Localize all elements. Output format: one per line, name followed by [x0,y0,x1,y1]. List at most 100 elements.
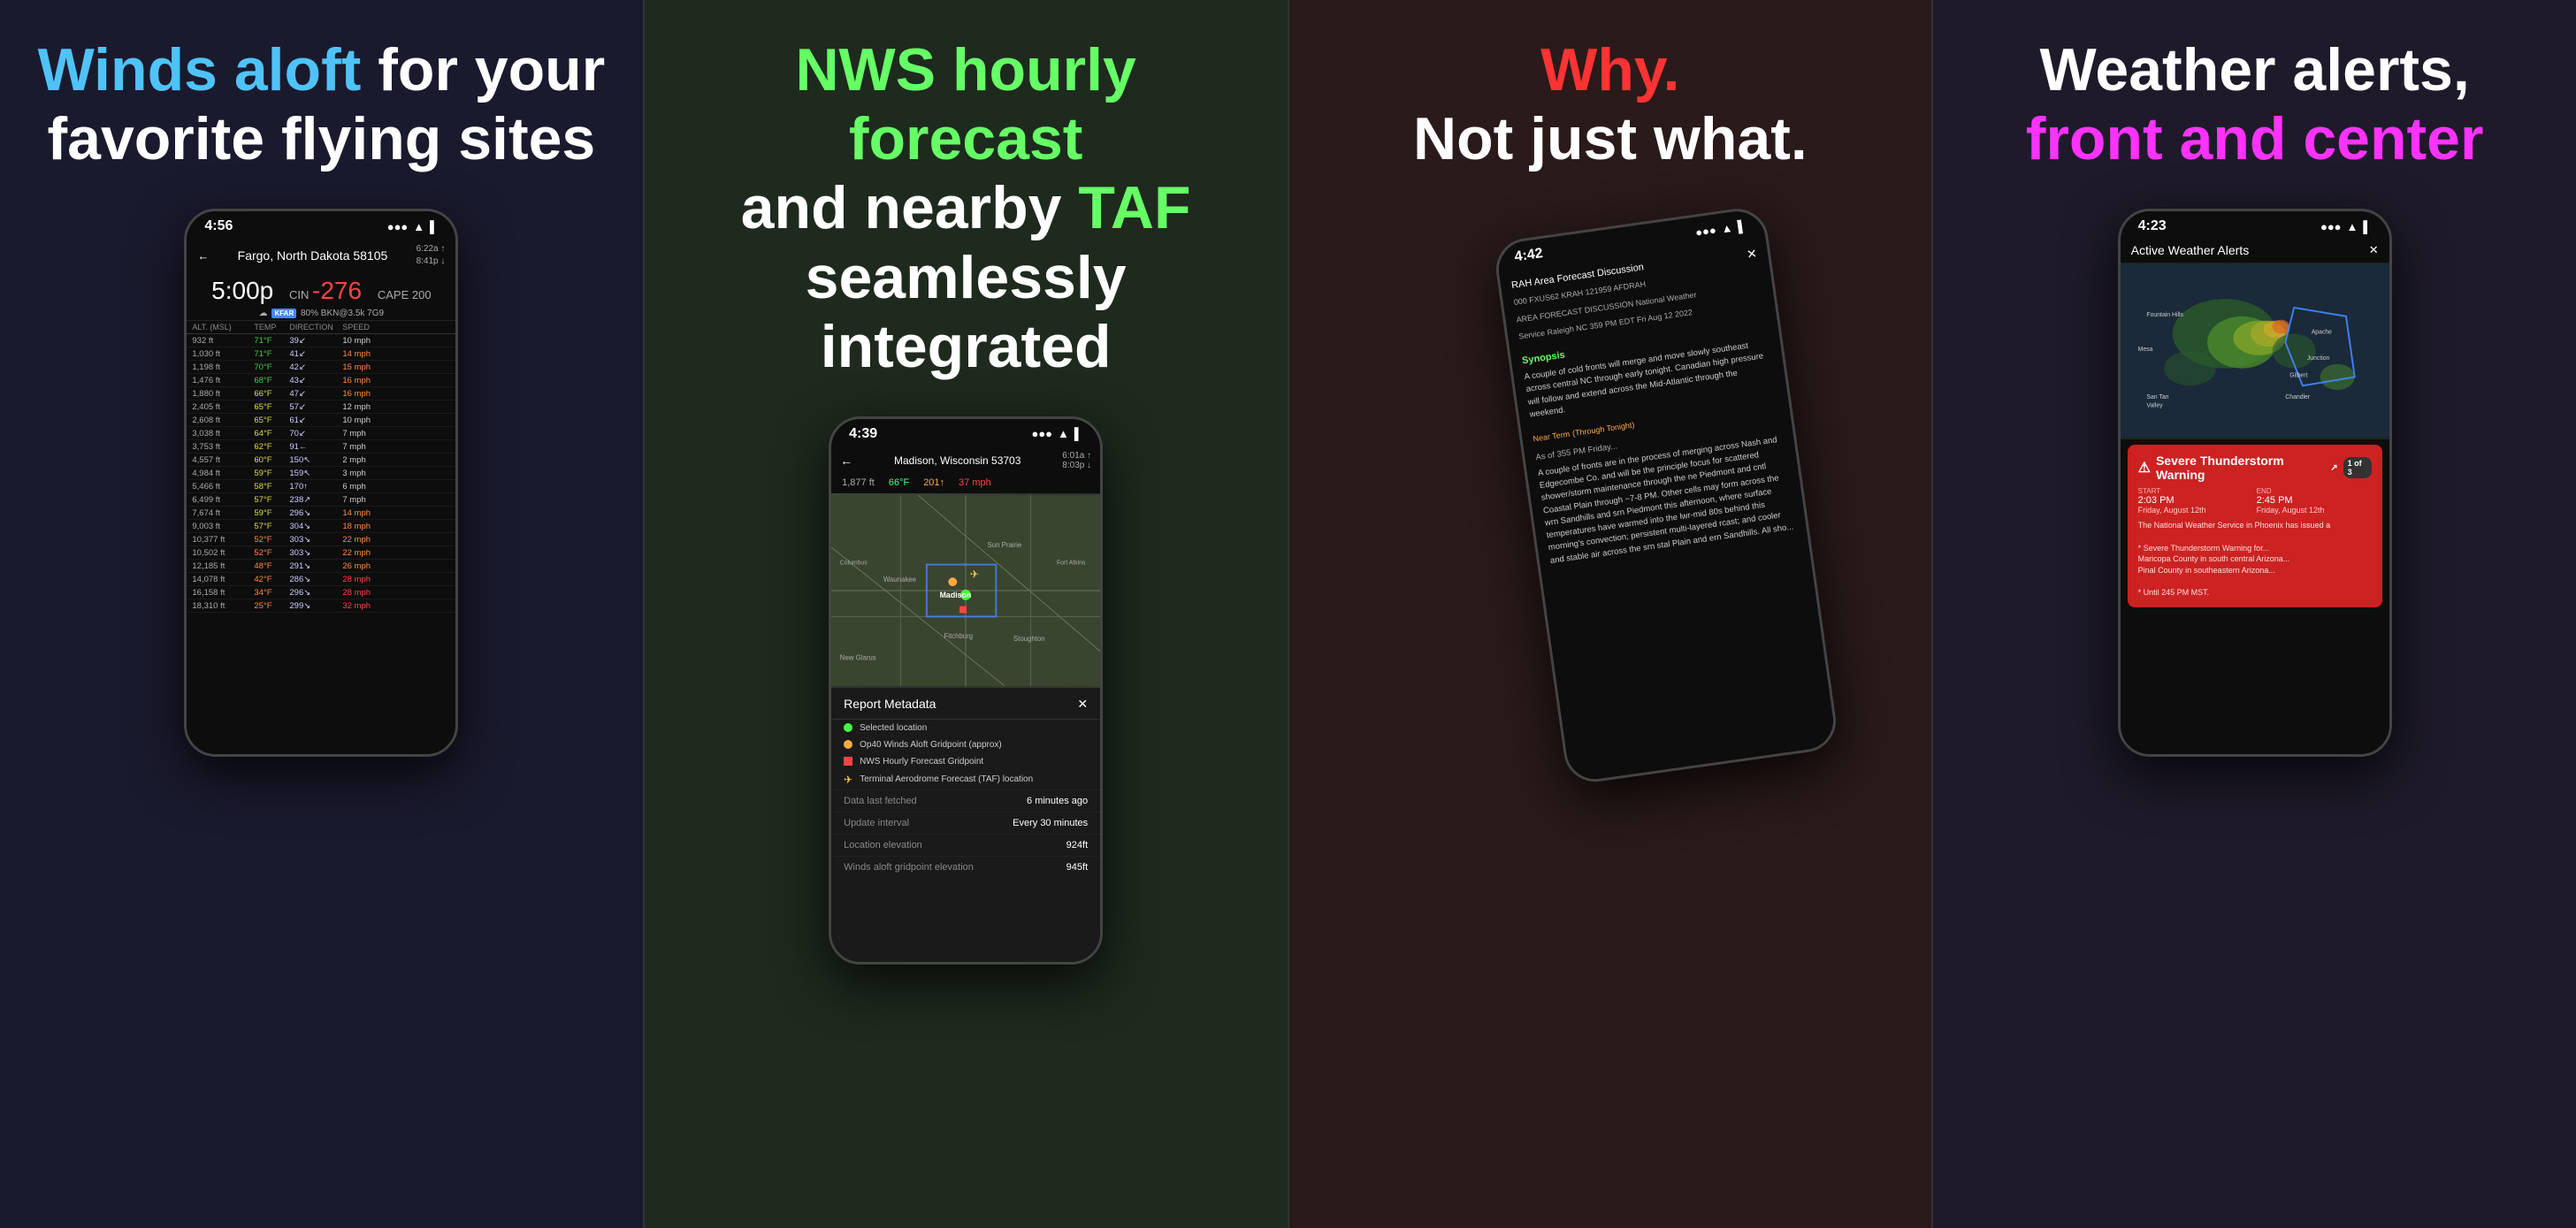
svg-text:Chandler: Chandler [2285,394,2311,400]
alert-body-line4: Pinal County in southeastern Arizona... [2138,565,2372,576]
nws-location-name: Madison, Wisconsin 53703 [894,454,1020,467]
panel1-phone-container: 4:56 ●●● ▲ ▌ ← Fargo, North Dakota 58105… [171,209,471,1201]
wifi-icon: ▲ [2347,220,2358,233]
svg-text:Apache: Apache [2311,330,2331,336]
meta-value-1: 6 minutes ago [1027,796,1088,806]
close-icon[interactable]: ✕ [1077,697,1088,712]
wind-val: 37 mph [959,477,991,488]
temp-val: 66°F [889,477,909,488]
legend-dot-red [844,757,852,766]
panel3-why: Why. [1540,36,1679,103]
alert-title: ⚠ Severe Thunderstorm Warning ↗ 1 of 3 [2138,454,2372,482]
external-link-icon[interactable]: ↗ [2330,463,2337,473]
svg-text:San Tan: San Tan [2146,394,2168,400]
meta-value-4: 945ft [1066,862,1088,873]
panel3-time: 4:42 [1513,246,1543,265]
alert-counter: 1 of 3 [2343,457,2372,478]
panel4-headline: Weather alerts, front and center [2026,35,2484,173]
metadata-row-2: Update interval Every 30 minutes [831,812,1100,834]
table-row: 18,310 ft25°F299↘32 mph [187,599,455,613]
meta-value-2: Every 30 minutes [1013,818,1088,828]
legend-item-2: Op40 Winds Aloft Gridpoint (approx) [831,736,1100,753]
back-icon[interactable]: ← [197,249,209,263]
panel4-time: 4:23 [2138,218,2167,234]
panel2-phone-container: 4:39 ●●● ▲ ▌ ← Madison, Wisconsin 53703 … [815,416,1116,1201]
panel4-phone-container: 4:23 ●●● ▲ ▌ Active Weather Alerts ✕ [2105,209,2405,1201]
table-row: 12,185 ft48°F291↘26 mph [187,560,455,573]
table-row: 4,557 ft60°F150↖2 mph [187,454,455,467]
table-row: 1,476 ft68°F43↙16 mph [187,374,455,387]
close-icon[interactable]: ✕ [1746,245,1759,264]
table-row: 14,078 ft42°F286↘28 mph [187,573,455,586]
cin-label: CIN [289,288,312,301]
panel4-content: Active Weather Alerts ✕ [2121,238,2389,754]
nws-stat1: 6:01a ↑8:03p ↓ [1062,451,1091,470]
battery-icon: ▌ [2363,220,2371,233]
meta-label-3: Location elevation [844,840,922,850]
table-header: ALT. (MSL) TEMP DIRECTION SPEED [187,321,455,334]
nws-stat-row: 1,877 ft 66°F 201↑ 37 mph [831,476,1100,493]
alert-end-block: END 2:45 PM Friday, August 12th [2257,487,2372,515]
legend-item-4: ✈ Terminal Aerodrome Forecast (TAF) loca… [831,770,1100,789]
svg-text:Mesa: Mesa [2137,347,2152,353]
warning-icon: ⚠ [2138,459,2151,477]
svg-text:Fountain Hills: Fountain Hills [2146,312,2183,318]
meta-value-3: 924ft [1066,840,1088,850]
panel1-time: 4:56 [204,218,233,234]
winds-location: Fargo, North Dakota 58105 [238,248,388,263]
panel4-phone: 4:23 ●●● ▲ ▌ Active Weather Alerts ✕ [2118,209,2392,757]
col-alt: ALT. (MSL) [192,323,254,332]
table-row: 9,003 ft57°F304↘18 mph [187,520,455,533]
start-date: Friday, August 12th [2138,506,2253,515]
taf-icon: ✈ [844,774,852,786]
alert-body-line3: Maricopa County in south central Arizona… [2138,553,2372,565]
nws-stats: 6:01a ↑8:03p ↓ [1062,451,1091,470]
panel-nws-forecast: NWS hourly forecast and nearby TAF seaml… [643,0,1288,1228]
wifi-icon: ▲ [1058,427,1069,440]
panel2-integrated: seamlessly integrated [806,244,1127,380]
panel3-status-icons: ●●● ▲ ▌ [1694,219,1747,240]
alert-body: The National Weather Service in Phoenix … [2138,520,2372,598]
winds-header: ← Fargo, North Dakota 58105 6:22a ↑ 8:41… [187,238,455,273]
legend-item-3: NWS Hourly Forecast Gridpoint [831,753,1100,770]
panel2-status-icons: ●●● ▲ ▌ [1031,427,1082,440]
legend-text-1: Selected location [860,723,927,733]
meta-label-1: Data last fetched [844,796,917,806]
modal-title: Report Metadata [844,697,936,711]
svg-text:✈: ✈ [970,568,979,580]
table-row: 2,608 ft65°F61↙10 mph [187,414,455,427]
signal-icon: ●●● [1031,427,1052,440]
panel1-headline-colored: Winds aloft [38,36,362,103]
table-row: 16,158 ft34°F296↘28 mph [187,586,455,599]
panel2-status-bar: 4:39 ●●● ▲ ▌ [831,419,1100,446]
panel3-headline: Why. Not just what. [1413,35,1808,173]
table-row: 1,030 ft71°F41↙14 mph [187,347,455,361]
svg-text:New Glarus: New Glarus [840,653,876,661]
battery-icon: ▌ [1074,427,1082,440]
svg-text:Madison: Madison [940,591,972,599]
alt-val: 1,877 ft [842,477,875,488]
panel2-phone: 4:39 ●●● ▲ ▌ ← Madison, Wisconsin 53703 … [829,416,1103,965]
panel2-content: ← Madison, Wisconsin 53703 6:01a ↑8:03p … [831,446,1100,962]
map-svg: ✈ Sun Prairie Waunakee Madison Fitchburg… [831,493,1100,688]
winds-table: ALT. (MSL) TEMP DIRECTION SPEED 932 ft71… [187,321,455,754]
back-icon[interactable]: ← [840,454,852,468]
alerts-title: Active Weather Alerts [2131,243,2250,257]
alert-start-block: START 2:03 PM Friday, August 12th [2138,487,2253,515]
panel2-headline: NWS hourly forecast and nearby TAF seaml… [671,35,1261,381]
alert-time-grid: START 2:03 PM Friday, August 12th END 2:… [2138,487,2372,515]
battery-icon: ▌ [1737,219,1747,233]
alerts-nav: Active Weather Alerts ✕ [2121,238,2389,263]
table-row: 1,198 ft70°F42↙15 mph [187,361,455,374]
panel-winds-aloft: Winds aloft for yourfavorite flying site… [0,0,643,1228]
table-row: 3,038 ft64°F70↙7 mph [187,427,455,440]
alert-body-line1: The National Weather Service in Phoenix … [2138,520,2372,531]
close-icon[interactable]: ✕ [2369,243,2379,257]
table-row: 10,502 ft52°F303↘22 mph [187,546,455,560]
panel1-phone-content: ← Fargo, North Dakota 58105 6:22a ↑ 8:41… [187,238,455,754]
table-row: 4,984 ft59°F159↖3 mph [187,467,455,480]
svg-text:Fort Atkins: Fort Atkins [1057,561,1086,567]
sunrise-time: 6:22a ↑ [417,243,446,256]
panel1-phone: 4:56 ●●● ▲ ▌ ← Fargo, North Dakota 58105… [184,209,458,757]
panel4-colored: front and center [2026,105,2484,172]
